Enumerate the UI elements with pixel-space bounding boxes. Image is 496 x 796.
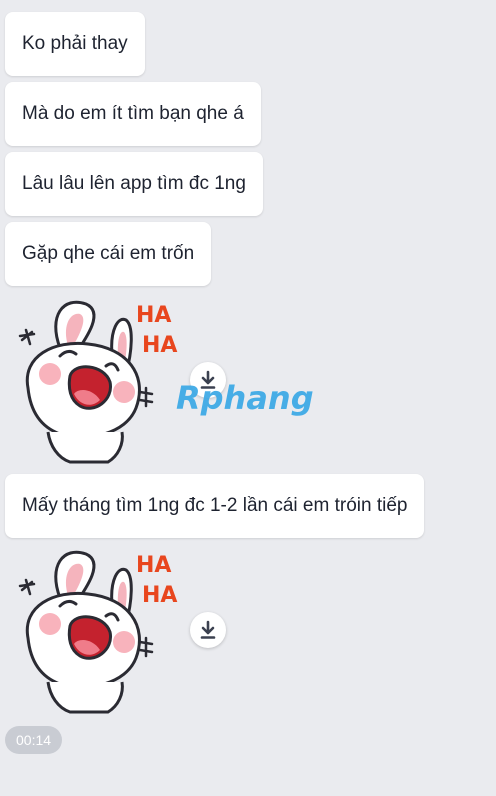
watermark-logo: Rphang bbox=[176, 379, 314, 417]
sticker-text: HA bbox=[136, 553, 171, 578]
message-text: Mấy tháng tìm 1ng đc 1-2 lần cái em trói… bbox=[22, 495, 408, 516]
timestamp-badge: 00:14 bbox=[5, 726, 63, 754]
message-text: Mà do em ít tìm bạn qhe á bbox=[22, 103, 244, 124]
message-text: Gặp qhe cái em trốn bbox=[22, 243, 195, 264]
sticker-text: HA bbox=[142, 583, 177, 608]
message-bubble[interactable]: Ko phải thay bbox=[5, 12, 145, 76]
laughing-rabbit-sticker[interactable]: HA HA bbox=[8, 546, 178, 716]
message-bubble[interactable]: Lâu lâu lên app tìm đc 1ng bbox=[5, 152, 263, 216]
download-icon bbox=[200, 620, 216, 639]
watermark-text: Rphang bbox=[176, 379, 314, 417]
sticker-text: HA bbox=[142, 333, 177, 358]
laughing-rabbit-sticker[interactable]: HA HA bbox=[8, 296, 178, 466]
message-text: Ko phải thay bbox=[22, 33, 128, 54]
chat-conversation: Ko phải thay Mà do em ít tìm bạn qhe á L… bbox=[0, 0, 496, 796]
message-bubble[interactable]: Mà do em ít tìm bạn qhe á bbox=[5, 82, 261, 146]
sticker-text: HA bbox=[136, 303, 171, 328]
timestamp-text: 00:14 bbox=[16, 732, 52, 748]
message-bubble[interactable]: Gặp qhe cái em trốn bbox=[5, 222, 212, 286]
message-text: Lâu lâu lên app tìm đc 1ng bbox=[22, 173, 246, 194]
download-button[interactable] bbox=[190, 612, 226, 648]
message-bubble[interactable]: Mấy tháng tìm 1ng đc 1-2 lần cái em trói… bbox=[5, 474, 425, 538]
